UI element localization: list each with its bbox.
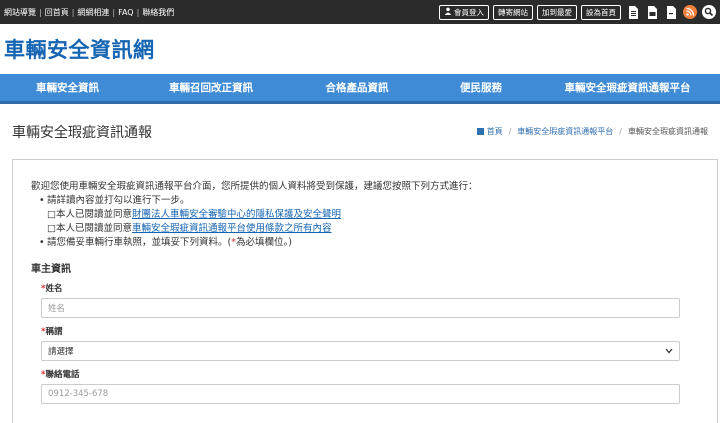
name-input[interactable]: 姓名 bbox=[41, 298, 680, 318]
related-links-link[interactable]: 網網相連 bbox=[77, 7, 109, 18]
contact-link[interactable]: 聯絡我們 bbox=[142, 7, 174, 18]
instruction-item: • 請詳讀內容並打勾以進行下一步。 bbox=[39, 194, 699, 208]
site-header: 車輛安全資訊網 bbox=[0, 24, 720, 74]
privacy-policy-link[interactable]: 財團法人車輛安全審驗中心的隱私保護及安全聲明 bbox=[132, 208, 341, 222]
set-homepage-button[interactable]: 設為首頁 bbox=[581, 4, 621, 20]
instructions-list: • 請詳讀內容並打勾以進行下一步。 bbox=[39, 194, 699, 208]
name-field-group: *姓名 姓名 bbox=[41, 282, 699, 318]
title-label-text: 稱謂 bbox=[45, 327, 63, 337]
separator: | bbox=[71, 7, 75, 17]
separator: | bbox=[112, 7, 116, 17]
instruction-text: 請詳讀內容並打勾以進行下一步。 bbox=[47, 195, 190, 206]
login-button[interactable]: 會員登入 bbox=[439, 4, 489, 20]
instruction-item: • 請您備妥車輛行車執照，並填妥下列資料。(*為必填欄位。) bbox=[39, 236, 699, 250]
breadcrumb-current: 車輛安全瑕疵資訊通報 bbox=[628, 127, 708, 136]
breadcrumb-platform[interactable]: 車輛安全瑕疵資訊通報平台 bbox=[517, 126, 613, 137]
login-button-label: 會員登入 bbox=[454, 7, 484, 17]
title-select[interactable]: 請選擇 bbox=[41, 341, 680, 361]
instruction-text: 請您備妥車輛行車執照，並填妥下列資料。(*為必填欄位。) bbox=[47, 236, 292, 250]
phone-label: *聯絡電話 bbox=[41, 368, 699, 380]
privacy-consent-prefix: □本人已閱讀並同意 bbox=[47, 209, 132, 220]
breadcrumb-separator: / bbox=[508, 127, 512, 136]
site-logo[interactable]: 車輛安全資訊網 bbox=[4, 34, 155, 64]
print-icon[interactable] bbox=[625, 5, 640, 20]
separator: | bbox=[39, 7, 42, 17]
faq-link[interactable]: FAQ bbox=[118, 8, 134, 17]
top-links: 網站導覽 | 回首頁 | 網網相連 | FAQ | 聯絡我們 bbox=[4, 7, 174, 18]
top-actions: 會員登入 轉寄網站 加到最愛 設為首頁 bbox=[439, 4, 716, 20]
nav-vehicle-safety-info[interactable]: 車輛安全資訊 bbox=[0, 80, 135, 95]
phone-field-group: *聯絡電話 0912-345-678 bbox=[41, 368, 699, 404]
page-title: 車輛安全瑕疵資訊通報 bbox=[12, 124, 152, 141]
breadcrumb-home[interactable]: 首頁 bbox=[476, 126, 503, 137]
phone-label-text: 聯絡電話 bbox=[45, 370, 80, 380]
rss-icon[interactable] bbox=[682, 5, 697, 20]
instructions-list: • 請您備妥車輛行車執照，並填妥下列資料。(*為必填欄位。) bbox=[39, 236, 699, 250]
search-icon[interactable] bbox=[701, 5, 716, 20]
add-favorite-button[interactable]: 加到最愛 bbox=[537, 4, 577, 20]
home-link[interactable]: 回首頁 bbox=[45, 7, 69, 18]
nav-public-services[interactable]: 便民服務 bbox=[427, 80, 535, 95]
user-icon bbox=[444, 7, 452, 17]
title-select-value: 請選擇 bbox=[48, 347, 74, 357]
bullet-icon: • bbox=[39, 237, 45, 248]
report-form-panel: 歡迎您使用車輛安全瑕疵資訊通報平台介面，您所提供的個人資料將受到保護，建議您按照… bbox=[12, 159, 718, 423]
breadcrumb-home-label: 首頁 bbox=[486, 127, 503, 136]
page-header: 車輛安全瑕疵資訊通報 首頁 / 車輛安全瑕疵資訊通報平台 / 車輛安全瑕疵資訊通… bbox=[0, 104, 720, 159]
terms-consent-prefix: □本人已閱讀並同意 bbox=[47, 223, 132, 234]
phone-input[interactable]: 0912-345-678 bbox=[41, 384, 680, 404]
instruction-suffix: 為必填欄位。) bbox=[235, 237, 292, 248]
title-label: *稱謂 bbox=[41, 325, 699, 337]
separator: | bbox=[136, 7, 140, 17]
nav-defect-report-platform[interactable]: 車輛安全瑕疵資訊通報平台 bbox=[535, 80, 720, 95]
bullet-icon: • bbox=[39, 195, 45, 206]
breadcrumb: 首頁 / 車輛安全瑕疵資訊通報平台 / 車輛安全瑕疵資訊通報 bbox=[476, 126, 708, 137]
chevron-down-icon bbox=[665, 347, 673, 356]
name-label: *姓名 bbox=[41, 282, 699, 294]
nav-recall-info[interactable]: 車輛召回改正資訊 bbox=[135, 80, 287, 95]
breadcrumb-separator: / bbox=[619, 127, 622, 136]
instruction-prefix: 請您備妥車輛行車執照，並填妥下列資料。( bbox=[47, 237, 232, 248]
home-icon bbox=[476, 128, 484, 135]
terms-consent-checkbox[interactable]: □本人已閱讀並同意 車輛安全瑕疵資訊通報平台使用條款之所有內容 bbox=[47, 222, 699, 236]
main-nav: 車輛安全資訊 車輛召回改正資訊 合格產品資訊 便民服務 車輛安全瑕疵資訊通報平台 bbox=[0, 74, 720, 104]
document-icon[interactable] bbox=[644, 5, 659, 20]
file-icon[interactable] bbox=[663, 5, 678, 20]
top-utility-bar: 網站導覽 | 回首頁 | 網網相連 | FAQ | 聯絡我們 會員登入 轉寄網站… bbox=[0, 0, 720, 24]
owner-info-heading: 車主資訊 bbox=[31, 264, 71, 275]
nav-qualified-products[interactable]: 合格產品資訊 bbox=[287, 80, 427, 95]
privacy-consent-checkbox[interactable]: □本人已閱讀並同意 財團法人車輛安全審驗中心的隱私保護及安全聲明 bbox=[47, 208, 699, 222]
sitemap-link[interactable]: 網站導覽 bbox=[4, 7, 36, 18]
name-label-text: 姓名 bbox=[45, 284, 63, 294]
intro-text: 歡迎您使用車輛安全瑕疵資訊通報平台介面，您所提供的個人資料將受到保護，建議您按照… bbox=[31, 181, 478, 192]
share-site-button[interactable]: 轉寄網站 bbox=[493, 4, 533, 20]
terms-of-use-link[interactable]: 車輛安全瑕疵資訊通報平台使用條款之所有內容 bbox=[132, 222, 332, 236]
title-field-group: *稱謂 請選擇 bbox=[41, 325, 699, 361]
